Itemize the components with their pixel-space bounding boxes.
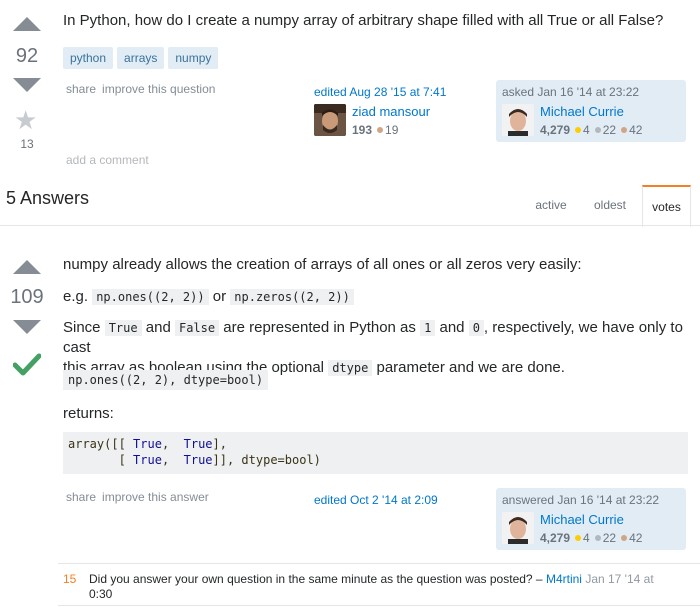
- asked-time: asked Jan 16 '14 at 23:22: [502, 85, 640, 99]
- answerer-reputation: 4,279 4 22 42: [540, 530, 642, 545]
- answer-code-call: np.ones((2, 2), dtype=bool): [63, 370, 269, 390]
- answer-returns-label: returns:: [63, 405, 114, 422]
- silver-badge-count: 22: [602, 123, 617, 137]
- answer-downvote-button[interactable]: [13, 320, 41, 334]
- editor-name-link[interactable]: ziad mansour: [352, 104, 430, 119]
- reputation-score: 4,279: [540, 123, 571, 137]
- answer-text: are represented in Python as: [223, 319, 416, 336]
- answer-vote-count: 109: [10, 286, 44, 308]
- bronze-badge-count: 19: [385, 123, 399, 137]
- answers-sort-tabs: active oldest votes: [525, 185, 700, 227]
- answer-line: Since True and False are represented in …: [63, 318, 693, 358]
- answer-text: and: [145, 319, 171, 336]
- answer-text: or: [212, 288, 227, 305]
- bronze-badge-count: 42: [629, 123, 643, 137]
- answer-paragraph-1: numpy already allows the creation of arr…: [63, 256, 582, 273]
- share-answer-link[interactable]: share: [66, 490, 96, 504]
- comment-user-link[interactable]: M4rtini: [546, 572, 582, 586]
- tag-numpy[interactable]: numpy: [168, 47, 219, 69]
- question-vote-count: 92: [15, 45, 39, 67]
- question-downvote-button[interactable]: [13, 78, 41, 92]
- answer-code-block: array([[ True, True], [ True, True]], dt…: [63, 432, 688, 474]
- tab-active[interactable]: active: [525, 185, 577, 225]
- tag-arrays[interactable]: arrays: [117, 47, 165, 69]
- inline-code: 0: [468, 320, 484, 336]
- question-editor-card: edited Aug 28 '15 at 7:41 ziad mansour 1…: [311, 80, 481, 142]
- comment-divider: [58, 563, 700, 564]
- inline-code: 1: [420, 320, 436, 336]
- comment-date: Jan 17 '14 at: [585, 572, 654, 586]
- avatar[interactable]: [502, 512, 534, 544]
- tag-python[interactable]: python: [63, 47, 114, 69]
- comment: Did you answer your own question in the …: [89, 572, 689, 602]
- answer-owner-card: answered Jan 16 '14 at 23:22 Michael Cur…: [496, 488, 686, 550]
- bronze-badge-icon: [621, 535, 628, 542]
- bronze-badge-icon: [377, 127, 384, 134]
- tab-oldest[interactable]: oldest: [582, 185, 638, 225]
- answer-text: and: [439, 319, 465, 336]
- inline-code: False: [174, 320, 220, 336]
- add-comment-link[interactable]: add a comment: [66, 153, 149, 167]
- bronze-badge-icon: [621, 127, 628, 134]
- gold-badge-count: 4: [583, 123, 590, 137]
- answer-paragraph-3: Since True and False are represented in …: [63, 318, 693, 378]
- share-question-link[interactable]: share: [66, 82, 96, 96]
- silver-badge-icon: [594, 535, 601, 542]
- answered-time: answered Jan 16 '14 at 23:22: [502, 493, 660, 507]
- comment-divider: [58, 605, 700, 606]
- answer-post-menu: share improve this answer: [66, 489, 215, 504]
- gold-badge-count: 4: [583, 531, 590, 545]
- answerer-name-link[interactable]: Michael Currie: [540, 512, 624, 527]
- favorite-count: 13: [20, 137, 34, 151]
- inline-code: np.zeros((2, 2)): [230, 289, 354, 305]
- inline-code: dtype: [328, 360, 373, 376]
- tab-votes[interactable]: votes: [642, 185, 691, 227]
- inline-code: True: [104, 320, 142, 336]
- reputation-score: 193: [352, 123, 373, 137]
- favorite-star-icon[interactable]: ★: [14, 107, 37, 133]
- answers-header-divider: [0, 225, 700, 226]
- improve-answer-link[interactable]: improve this answer: [102, 490, 209, 504]
- improve-question-link[interactable]: improve this question: [102, 82, 215, 96]
- answer-paragraph-2: e.g. np.ones((2, 2)) or np.zeros((2, 2)): [63, 287, 354, 307]
- inline-code: np.ones((2, 2), dtype=bool): [63, 370, 269, 390]
- bronze-badge-count: 42: [629, 531, 643, 545]
- comment-date-cont: 0:30: [89, 587, 113, 601]
- reputation-score: 4,279: [540, 531, 571, 545]
- editor-reputation: 193 19: [352, 122, 398, 137]
- question-post-menu: share improve this question: [66, 81, 221, 96]
- edited-time-link[interactable]: edited Aug 28 '15 at 7:41: [314, 85, 446, 99]
- question-tags: python arrays numpy: [63, 47, 222, 69]
- answer-upvote-button[interactable]: [13, 260, 41, 274]
- answer-text: parameter and we are done.: [376, 359, 565, 376]
- comment-score: 15: [63, 572, 77, 586]
- question-upvote-button[interactable]: [13, 17, 41, 31]
- gold-badge-icon: [575, 127, 582, 134]
- inline-code: np.ones((2, 2)): [92, 289, 209, 305]
- answer-edited-time-link[interactable]: edited Oct 2 '14 at 2:09: [314, 493, 438, 507]
- owner-reputation: 4,279 4 22 42: [540, 122, 642, 137]
- answer-text: e.g.: [63, 288, 89, 305]
- owner-name-link[interactable]: Michael Currie: [540, 104, 624, 119]
- avatar[interactable]: [314, 104, 346, 136]
- comment-text: Did you answer your own question in the …: [89, 572, 543, 586]
- question-owner-card: asked Jan 16 '14 at 23:22 Michael Currie…: [496, 80, 686, 142]
- gold-badge-icon: [575, 535, 582, 542]
- answer-text: Since: [63, 319, 101, 336]
- question-body: In Python, how do I create a numpy array…: [63, 12, 664, 29]
- answers-count: 5 Answers: [6, 188, 90, 208]
- silver-badge-count: 22: [602, 531, 617, 545]
- accepted-check-icon: [12, 352, 42, 379]
- silver-badge-icon: [594, 127, 601, 134]
- avatar[interactable]: [502, 104, 534, 136]
